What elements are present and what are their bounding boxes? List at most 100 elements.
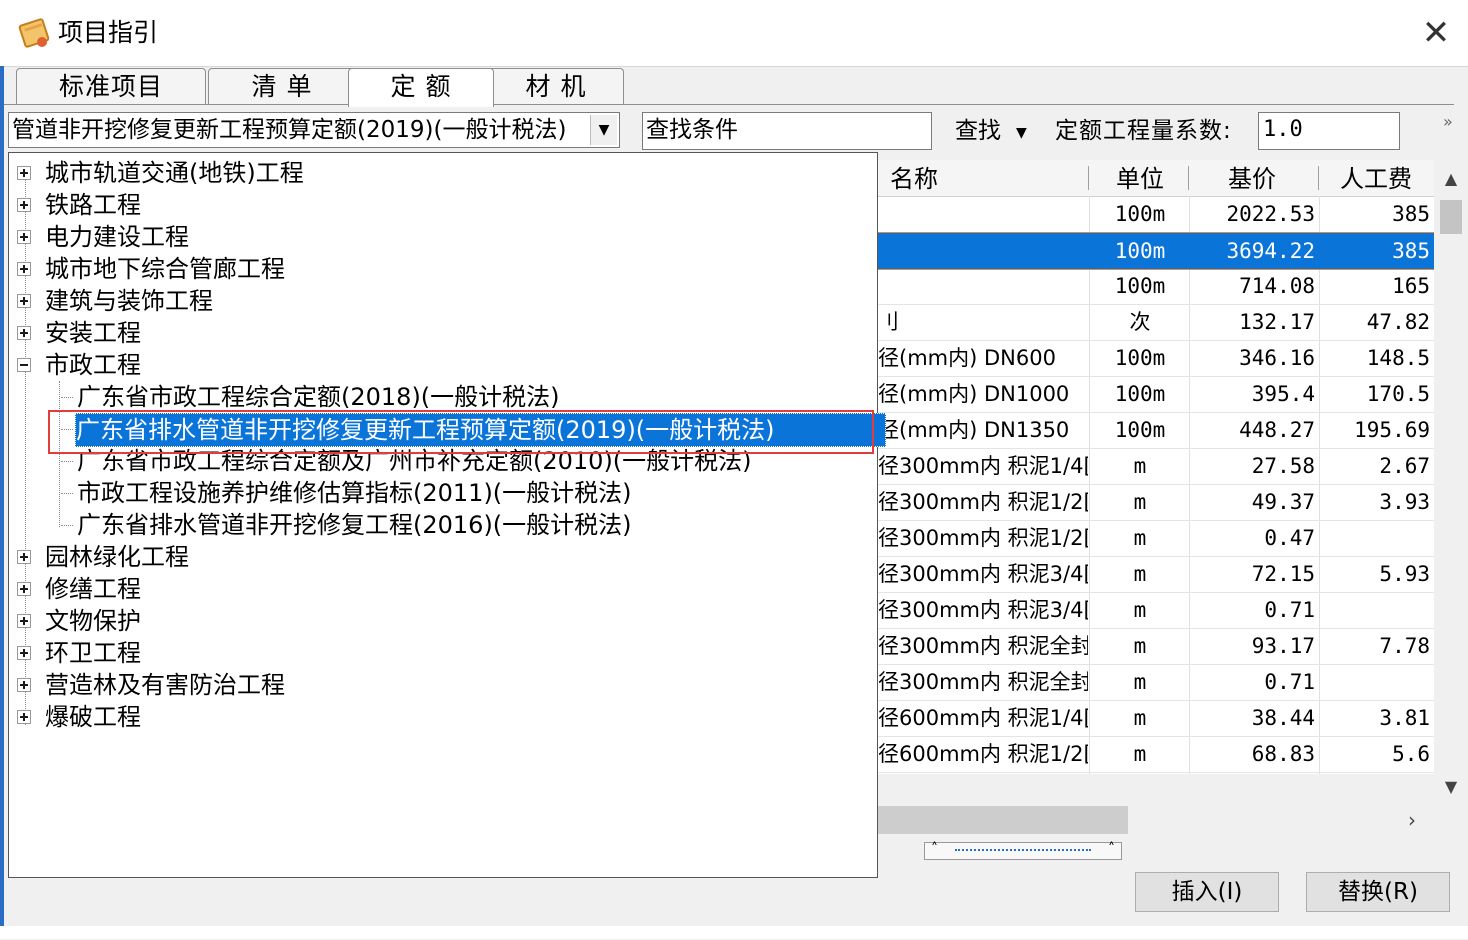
expand-plus-icon[interactable] <box>17 166 31 180</box>
tree-node-label: 爆破工程 <box>45 703 141 731</box>
h-scroll-thumb[interactable] <box>878 806 1128 834</box>
scroll-up-icon[interactable]: ▲ <box>1436 166 1466 192</box>
expand-plus-icon[interactable] <box>17 582 31 596</box>
expand-plus-icon[interactable] <box>17 550 31 564</box>
cell-unit: m <box>1133 598 1147 622</box>
search-condition-input[interactable]: 查找条件 <box>642 112 932 150</box>
insert-button[interactable]: 插入(I) <box>1135 872 1279 912</box>
expand-plus-icon[interactable] <box>17 646 31 660</box>
table-row[interactable]: 100m 714.08 165 <box>878 268 1434 305</box>
expand-plus-icon[interactable] <box>17 710 31 724</box>
library-tree-dropdown[interactable]: 城市轨道交通(地铁)工程 铁路工程 电力建设工程 城市地下综合管廊工程 建筑与装… <box>8 152 886 878</box>
cell-unit: m <box>1133 706 1147 730</box>
cell-labor: 170.5 <box>1366 382 1430 406</box>
library-select[interactable]: 管道非开挖修复更新工程预算定额(2019)(一般计税法) ▼ <box>8 112 620 148</box>
table-row[interactable]: 径300mm内 积泥全封 m 93.17 7.78 <box>878 628 1434 665</box>
expand-plus-icon[interactable] <box>17 262 31 276</box>
tab-materials[interactable]: 材 机 <box>488 68 624 105</box>
tree-connector <box>61 525 73 526</box>
cell-name: 径(mm内) DN1000 <box>878 382 1070 406</box>
expand-plus-icon[interactable] <box>17 326 31 340</box>
header-unit[interactable]: 单位 <box>1116 160 1164 196</box>
title-bar: 项目指引 ✕ <box>0 0 1468 66</box>
cell-labor: 148.5 <box>1366 346 1430 370</box>
cell-name: 径300mm内 积泥1/4[ <box>878 454 1088 478</box>
cell-unit: 100m <box>1114 418 1166 442</box>
scroll-right-icon[interactable]: › <box>1400 804 1424 836</box>
window-edge <box>0 66 4 926</box>
find-button[interactable]: 查找 <box>955 114 1001 148</box>
splitter-handle[interactable]: ˄ ˄ <box>924 841 1122 860</box>
cell-name: 径300mm内 积泥3/4[ <box>878 562 1088 586</box>
cell-price: 0.47 <box>1264 526 1315 550</box>
tree-leaf-label: 广东省市政工程综合定额及广州市补充定额(2010)(一般计税法) <box>77 447 752 475</box>
scroll-down-icon[interactable]: ▼ <box>1436 774 1466 800</box>
collapse-minus-icon[interactable] <box>17 358 31 372</box>
expand-more-icon[interactable]: » <box>1443 112 1453 131</box>
tree-connector <box>61 493 73 494</box>
table-row[interactable]: 径300mm内 积泥1/4[m 27.58 2.67 <box>878 448 1434 485</box>
tab-strip: 标准项目 清 单 定 额 材 机 <box>8 68 628 107</box>
tree-node-label: 环卫工程 <box>45 639 141 667</box>
table-row[interactable]: 径600mm内 积泥1/2[m 68.83 5.6 <box>878 736 1434 773</box>
expand-plus-icon[interactable] <box>17 678 31 692</box>
cell-name: 径300mm内 积泥1/2[ <box>878 526 1088 550</box>
table-row[interactable]: 径300mm内 积泥全封 m 0.71 <box>878 664 1434 701</box>
cell-labor: 385 <box>1392 202 1430 226</box>
tree-leaf-label: 广东省排水管道非开挖修复工程(2016)(一般计税法) <box>77 511 632 539</box>
tree-connector <box>61 397 73 398</box>
find-caret-icon[interactable]: ▼ <box>1016 114 1027 152</box>
table-row[interactable]: 径(mm内) DN1350 100m 448.27 195.69 <box>878 412 1434 449</box>
tab-divider <box>4 104 1454 105</box>
table-row[interactable]: 径(mm内) DN1000 100m 395.4 170.5 <box>878 376 1434 413</box>
table-row[interactable]: 径300mm内 积泥3/4[m 0.71 <box>878 592 1434 629</box>
cell-labor: 385 <box>1392 239 1430 263</box>
tree-connector <box>61 429 73 430</box>
dropdown-arrow-icon[interactable]: ▼ <box>590 115 617 145</box>
chevron-up-icon[interactable]: ˄ <box>931 841 938 857</box>
header-name[interactable]: 名称 <box>890 160 938 196</box>
tree-node-label: 铁路工程 <box>45 191 141 219</box>
tab-bill[interactable]: 清 单 <box>208 68 356 105</box>
cell-labor <box>1320 592 1430 628</box>
app-scroll-icon <box>18 18 50 48</box>
scroll-thumb[interactable] <box>1440 200 1462 234</box>
cell-unit: m <box>1133 670 1147 694</box>
cell-unit: 100m <box>1114 239 1166 263</box>
vertical-scrollbar[interactable]: ▲ ▼ <box>1436 160 1466 800</box>
cell-unit: m <box>1133 490 1147 514</box>
cell-unit: m <box>1133 454 1147 478</box>
table-row[interactable]: 径(mm内) DN600 100m 346.16 148.5 <box>878 340 1434 377</box>
close-button[interactable]: ✕ <box>1410 14 1462 52</box>
table-row[interactable]: 径300mm内 积泥3/4[m 72.15 5.93 <box>878 556 1434 593</box>
cell-price: 0.71 <box>1264 670 1315 694</box>
splitter-grip <box>955 849 1091 853</box>
table-row[interactable]: 径600mm内 积泥1/4[m 38.44 3.81 <box>878 700 1434 737</box>
replace-button[interactable]: 替换(R) <box>1306 872 1450 912</box>
cell-price: 38.44 <box>1251 706 1315 730</box>
expand-plus-icon[interactable] <box>17 614 31 628</box>
expand-plus-icon[interactable] <box>17 230 31 244</box>
expand-plus-icon[interactable] <box>17 294 31 308</box>
table-row[interactable]: 径300mm内 积泥1/2[m 49.37 3.93 <box>878 484 1434 521</box>
coefficient-input[interactable]: 1.0 <box>1258 112 1400 150</box>
tree-leaf-label: 广东省市政工程综合定额(2018)(一般计税法) <box>77 383 560 411</box>
tab-quota[interactable]: 定 额 <box>348 68 494 107</box>
table-row[interactable]: 径300mm内 积泥1/2[m 0.47 <box>878 520 1434 557</box>
horizontal-scrollbar[interactable]: › <box>878 804 1434 836</box>
chevron-up-icon[interactable]: ˄ <box>1108 841 1115 857</box>
cell-labor: 47.82 <box>1366 310 1430 334</box>
header-price[interactable]: 基价 <box>1228 160 1276 196</box>
table-row[interactable]: 刂 次 132.17 47.82 <box>878 304 1434 341</box>
table-row[interactable]: 100m 2022.53 385 <box>878 196 1434 233</box>
cell-unit: 次 <box>1129 310 1151 334</box>
header-labor[interactable]: 人工费 <box>1340 160 1412 196</box>
tree-node-label: 修缮工程 <box>45 575 141 603</box>
tab-standard-items[interactable]: 标准项目 <box>16 68 206 105</box>
expand-plus-icon[interactable] <box>17 198 31 212</box>
cell-unit: 100m <box>1114 274 1166 298</box>
cell-labor <box>1320 520 1430 556</box>
tree-node-label: 市政工程 <box>45 351 141 379</box>
tree-leaf-label: 广东省排水管道非开挖修复更新工程预算定额(2019)(一般计税法) <box>75 413 886 447</box>
table-row-selected[interactable]: 100m 3694.22 385 <box>878 232 1434 270</box>
